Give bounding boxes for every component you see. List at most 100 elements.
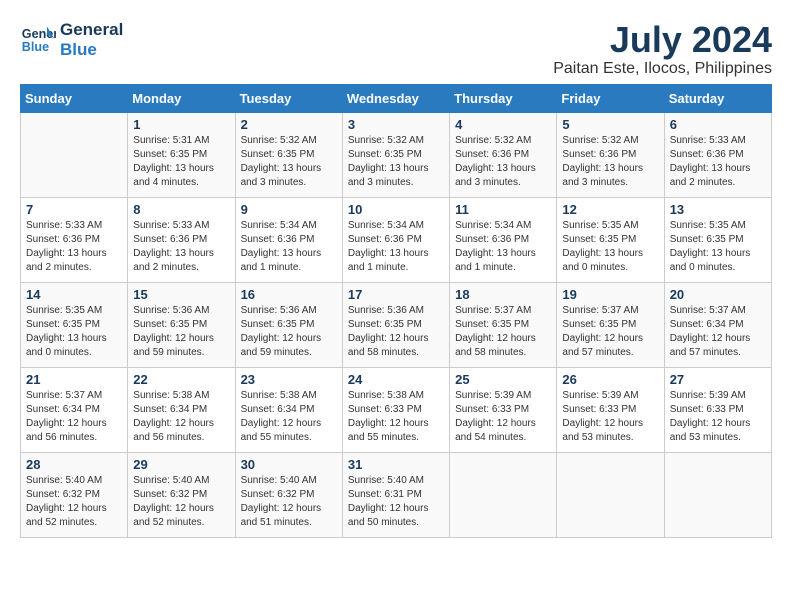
day-info: Sunrise: 5:35 AM Sunset: 6:35 PM Dayligh… <box>562 219 658 275</box>
calendar-cell: 30 Sunrise: 5:40 AM Sunset: 6:32 PM Dayli… <box>235 452 342 537</box>
logo-general: General <box>60 20 123 40</box>
day-header-wednesday: Wednesday <box>342 84 449 112</box>
calendar-cell: 11 Sunrise: 5:34 AM Sunset: 6:36 PM Dayli… <box>450 197 557 282</box>
calendar-cell: 17Sunrise: 5:36 AM Sunset: 6:35 PM Dayli… <box>342 282 449 367</box>
day-number: 16 <box>241 287 337 302</box>
day-info: Sunrise: 5:34 AM Sunset: 6:36 PM Dayligh… <box>241 219 337 275</box>
day-info: Sunrise: 5:33 AM Sunset: 6:36 PM Dayligh… <box>133 219 229 275</box>
day-number: 11 <box>455 202 551 217</box>
day-info: Sunrise: 5:40 AM Sunset: 6:32 PM Dayligh… <box>241 474 337 530</box>
day-number: 7 <box>26 202 122 217</box>
day-number: 12 <box>562 202 658 217</box>
calendar-week-row: 28 Sunrise: 5:40 AM Sunset: 6:32 PM Dayli… <box>21 452 772 537</box>
day-number: 20 <box>670 287 766 302</box>
day-info: Sunrise: 5:39 AM Sunset: 6:33 PM Dayligh… <box>670 389 766 445</box>
calendar-week-row: 7 Sunrise: 5:33 AM Sunset: 6:36 PM Daylig… <box>21 197 772 282</box>
day-number: 8 <box>133 202 229 217</box>
day-info: Sunrise: 5:36 AM Sunset: 6:35 PM Dayligh… <box>348 304 444 360</box>
day-number: 6 <box>670 117 766 132</box>
day-number: 19 <box>562 287 658 302</box>
calendar-cell: 10 Sunrise: 5:34 AM Sunset: 6:36 PM Dayli… <box>342 197 449 282</box>
calendar-cell <box>664 452 771 537</box>
calendar-cell: 3 Sunrise: 5:32 AM Sunset: 6:35 PM Daylig… <box>342 112 449 197</box>
calendar-header-row: SundayMondayTuesdayWednesdayThursdayFrid… <box>21 84 772 112</box>
day-info: Sunrise: 5:34 AM Sunset: 6:36 PM Dayligh… <box>348 219 444 275</box>
day-number: 29 <box>133 457 229 472</box>
calendar-cell: 22 Sunrise: 5:38 AM Sunset: 6:34 PM Dayli… <box>128 367 235 452</box>
day-number: 30 <box>241 457 337 472</box>
day-number: 3 <box>348 117 444 132</box>
day-number: 21 <box>26 372 122 387</box>
location-subtitle: Paitan Este, Ilocos, Philippines <box>553 60 772 78</box>
day-info: Sunrise: 5:37 AM Sunset: 6:34 PM Dayligh… <box>26 389 122 445</box>
day-number: 25 <box>455 372 551 387</box>
day-info: Sunrise: 5:32 AM Sunset: 6:36 PM Dayligh… <box>562 134 658 190</box>
day-number: 9 <box>241 202 337 217</box>
day-number: 31 <box>348 457 444 472</box>
calendar-cell: 14Sunrise: 5:35 AM Sunset: 6:35 PM Dayli… <box>21 282 128 367</box>
calendar-cell: 24 Sunrise: 5:38 AM Sunset: 6:33 PM Dayli… <box>342 367 449 452</box>
day-info: Sunrise: 5:33 AM Sunset: 6:36 PM Dayligh… <box>26 219 122 275</box>
calendar-table: SundayMondayTuesdayWednesdayThursdayFrid… <box>20 84 772 538</box>
day-header-friday: Friday <box>557 84 664 112</box>
day-header-tuesday: Tuesday <box>235 84 342 112</box>
calendar-cell <box>21 112 128 197</box>
day-info: Sunrise: 5:40 AM Sunset: 6:32 PM Dayligh… <box>26 474 122 530</box>
day-number: 18 <box>455 287 551 302</box>
day-info: Sunrise: 5:36 AM Sunset: 6:35 PM Dayligh… <box>241 304 337 360</box>
calendar-week-row: 1Sunrise: 5:31 AM Sunset: 6:35 PM Daylig… <box>21 112 772 197</box>
svg-text:Blue: Blue <box>22 40 49 54</box>
calendar-cell: 31Sunrise: 5:40 AM Sunset: 6:31 PM Dayli… <box>342 452 449 537</box>
day-info: Sunrise: 5:34 AM Sunset: 6:36 PM Dayligh… <box>455 219 551 275</box>
day-number: 15 <box>133 287 229 302</box>
calendar-cell: 25 Sunrise: 5:39 AM Sunset: 6:33 PM Dayli… <box>450 367 557 452</box>
calendar-cell: 8 Sunrise: 5:33 AM Sunset: 6:36 PM Daylig… <box>128 197 235 282</box>
day-info: Sunrise: 5:36 AM Sunset: 6:35 PM Dayligh… <box>133 304 229 360</box>
day-info: Sunrise: 5:32 AM Sunset: 6:35 PM Dayligh… <box>241 134 337 190</box>
day-info: Sunrise: 5:37 AM Sunset: 6:35 PM Dayligh… <box>562 304 658 360</box>
calendar-cell: 9 Sunrise: 5:34 AM Sunset: 6:36 PM Daylig… <box>235 197 342 282</box>
day-info: Sunrise: 5:39 AM Sunset: 6:33 PM Dayligh… <box>562 389 658 445</box>
calendar-cell: 16 Sunrise: 5:36 AM Sunset: 6:35 PM Dayli… <box>235 282 342 367</box>
calendar-cell: 2 Sunrise: 5:32 AM Sunset: 6:35 PM Daylig… <box>235 112 342 197</box>
day-number: 4 <box>455 117 551 132</box>
day-info: Sunrise: 5:38 AM Sunset: 6:34 PM Dayligh… <box>241 389 337 445</box>
day-number: 26 <box>562 372 658 387</box>
calendar-cell: 4Sunrise: 5:32 AM Sunset: 6:36 PM Daylig… <box>450 112 557 197</box>
day-info: Sunrise: 5:33 AM Sunset: 6:36 PM Dayligh… <box>670 134 766 190</box>
day-number: 22 <box>133 372 229 387</box>
calendar-body: 1Sunrise: 5:31 AM Sunset: 6:35 PM Daylig… <box>21 112 772 537</box>
day-header-monday: Monday <box>128 84 235 112</box>
calendar-cell: 18Sunrise: 5:37 AM Sunset: 6:35 PM Dayli… <box>450 282 557 367</box>
calendar-cell <box>557 452 664 537</box>
day-number: 1 <box>133 117 229 132</box>
calendar-cell: 6 Sunrise: 5:33 AM Sunset: 6:36 PM Daylig… <box>664 112 771 197</box>
calendar-cell: 27 Sunrise: 5:39 AM Sunset: 6:33 PM Dayli… <box>664 367 771 452</box>
title-area: July 2024 Paitan Este, Ilocos, Philippin… <box>553 20 772 78</box>
day-info: Sunrise: 5:37 AM Sunset: 6:34 PM Dayligh… <box>670 304 766 360</box>
calendar-cell: 13Sunrise: 5:35 AM Sunset: 6:35 PM Dayli… <box>664 197 771 282</box>
day-info: Sunrise: 5:38 AM Sunset: 6:34 PM Dayligh… <box>133 389 229 445</box>
day-info: Sunrise: 5:32 AM Sunset: 6:35 PM Dayligh… <box>348 134 444 190</box>
day-number: 28 <box>26 457 122 472</box>
day-number: 10 <box>348 202 444 217</box>
calendar-cell: 26 Sunrise: 5:39 AM Sunset: 6:33 PM Dayli… <box>557 367 664 452</box>
calendar-cell <box>450 452 557 537</box>
calendar-cell: 23 Sunrise: 5:38 AM Sunset: 6:34 PM Dayli… <box>235 367 342 452</box>
day-number: 13 <box>670 202 766 217</box>
calendar-cell: 5Sunrise: 5:32 AM Sunset: 6:36 PM Daylig… <box>557 112 664 197</box>
day-header-thursday: Thursday <box>450 84 557 112</box>
day-number: 24 <box>348 372 444 387</box>
day-number: 2 <box>241 117 337 132</box>
day-number: 27 <box>670 372 766 387</box>
month-year-title: July 2024 <box>553 20 772 60</box>
day-info: Sunrise: 5:38 AM Sunset: 6:33 PM Dayligh… <box>348 389 444 445</box>
calendar-cell: 20 Sunrise: 5:37 AM Sunset: 6:34 PM Dayli… <box>664 282 771 367</box>
calendar-cell: 19 Sunrise: 5:37 AM Sunset: 6:35 PM Dayli… <box>557 282 664 367</box>
calendar-cell: 29Sunrise: 5:40 AM Sunset: 6:32 PM Dayli… <box>128 452 235 537</box>
logo-blue: Blue <box>60 40 123 60</box>
calendar-week-row: 21 Sunrise: 5:37 AM Sunset: 6:34 PM Dayli… <box>21 367 772 452</box>
page-header: General Blue General Blue July 2024 Pait… <box>20 20 772 78</box>
day-number: 23 <box>241 372 337 387</box>
day-info: Sunrise: 5:39 AM Sunset: 6:33 PM Dayligh… <box>455 389 551 445</box>
